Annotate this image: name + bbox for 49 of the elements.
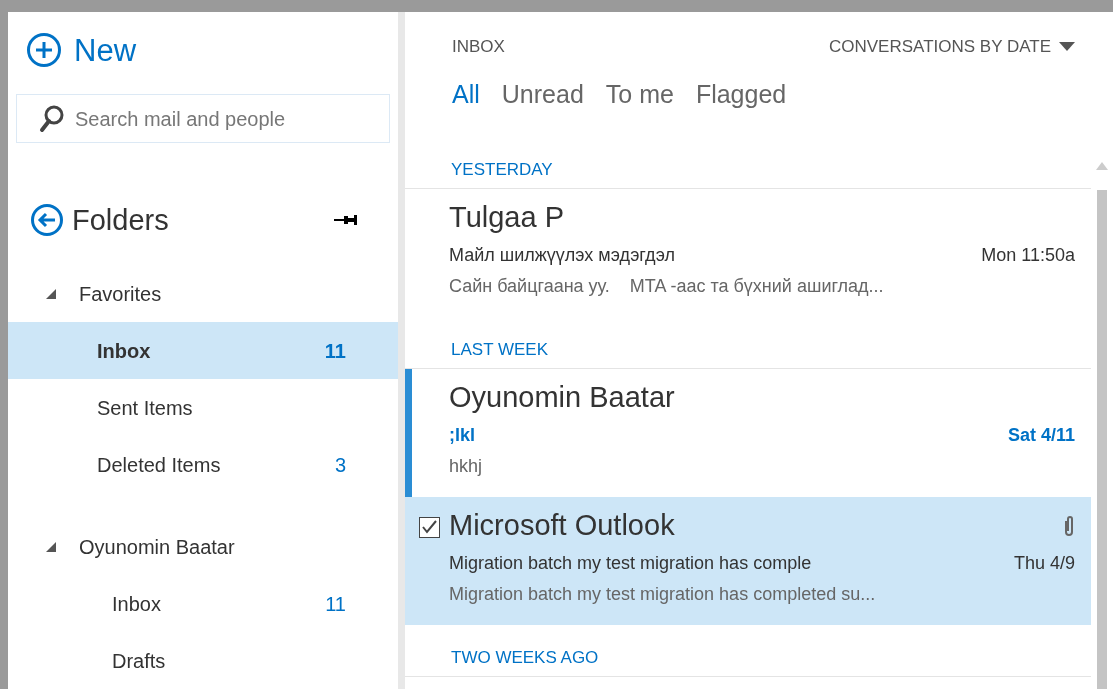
search-icon	[39, 103, 65, 134]
date-group-header: LAST WEEK	[451, 339, 548, 360]
filter-tab[interactable]: Unread	[501, 81, 584, 107]
message-subject: ;lkl	[449, 423, 475, 447]
message-time: Thu 4/9	[1013, 551, 1075, 575]
message-preview: Сайн байцгаана уу. MTA -аас та бүхний ашиглад...	[449, 274, 885, 298]
message-preview: Migration batch my test migration has completed su...	[449, 582, 877, 606]
plus-circle-icon	[26, 32, 62, 68]
filter-tab[interactable]: Flagged	[695, 81, 787, 107]
filter-tab[interactable]: All	[452, 81, 480, 107]
folder-name: Drafts	[112, 648, 167, 674]
message-subject: Майл шилжүүлэх мэдэгдэл	[449, 243, 676, 267]
sender-name: Microsoft Outlook	[449, 508, 675, 541]
pin-icon[interactable]	[334, 214, 358, 226]
date-group-header: YESTERDAY	[451, 159, 553, 180]
expanded-triangle-icon[interactable]	[45, 540, 57, 553]
unread-count: 11	[324, 338, 346, 364]
unread-count: 11	[325, 591, 346, 617]
folder-item[interactable]: Inbox 11	[8, 575, 398, 632]
folder-title: INBOX	[452, 36, 505, 58]
folder-name: Inbox	[112, 591, 162, 617]
folder-name: Inbox	[97, 338, 152, 364]
message-time: Sat 4/11	[1007, 423, 1075, 447]
sort-dropdown[interactable]: CONVERSATIONS BY DATE	[829, 34, 1075, 60]
search-input[interactable]: Search mail and people	[75, 103, 367, 134]
message-time: Mon 11:50a	[981, 243, 1075, 267]
expanded-triangle-icon[interactable]	[45, 287, 57, 300]
sender-name: Oyunomin Baatar	[449, 380, 675, 413]
message-preview: hkhj	[449, 454, 484, 478]
checkbox[interactable]	[419, 516, 440, 538]
folder-item[interactable]: Drafts	[8, 632, 398, 689]
date-group-header: TWO WEEKS AGO	[451, 647, 599, 668]
caret-icon	[1059, 42, 1075, 52]
unread-count: 3	[334, 452, 346, 478]
search-field[interactable]: Search mail and people	[16, 94, 390, 143]
scrollbar-thumb[interactable]	[1097, 190, 1107, 689]
sender-name: Tulgaa P	[449, 200, 564, 233]
folder-group-label[interactable]: Oyunomin Baatar	[79, 531, 235, 562]
folders-button[interactable]: Folders	[30, 203, 169, 237]
folder-group-label[interactable]: Favorites	[79, 278, 162, 309]
filter-tab[interactable]: To me	[605, 81, 674, 107]
folder-name: Sent Items	[97, 395, 194, 421]
folder-item[interactable]: Inbox 11	[8, 322, 398, 379]
folder-name: Deleted Items	[97, 452, 222, 478]
folder-item[interactable]: Sent Items	[8, 379, 398, 436]
message-subject: Migration batch my test migration has comple	[449, 551, 812, 575]
folder-item[interactable]: Deleted Items 3	[8, 436, 398, 493]
message-row[interactable]: Microsoft Outlook Migration batch my test migration has comple Thu 4/9 Migration batch my test migration has completed su...	[405, 496, 1091, 625]
new-button[interactable]: New	[26, 32, 398, 68]
